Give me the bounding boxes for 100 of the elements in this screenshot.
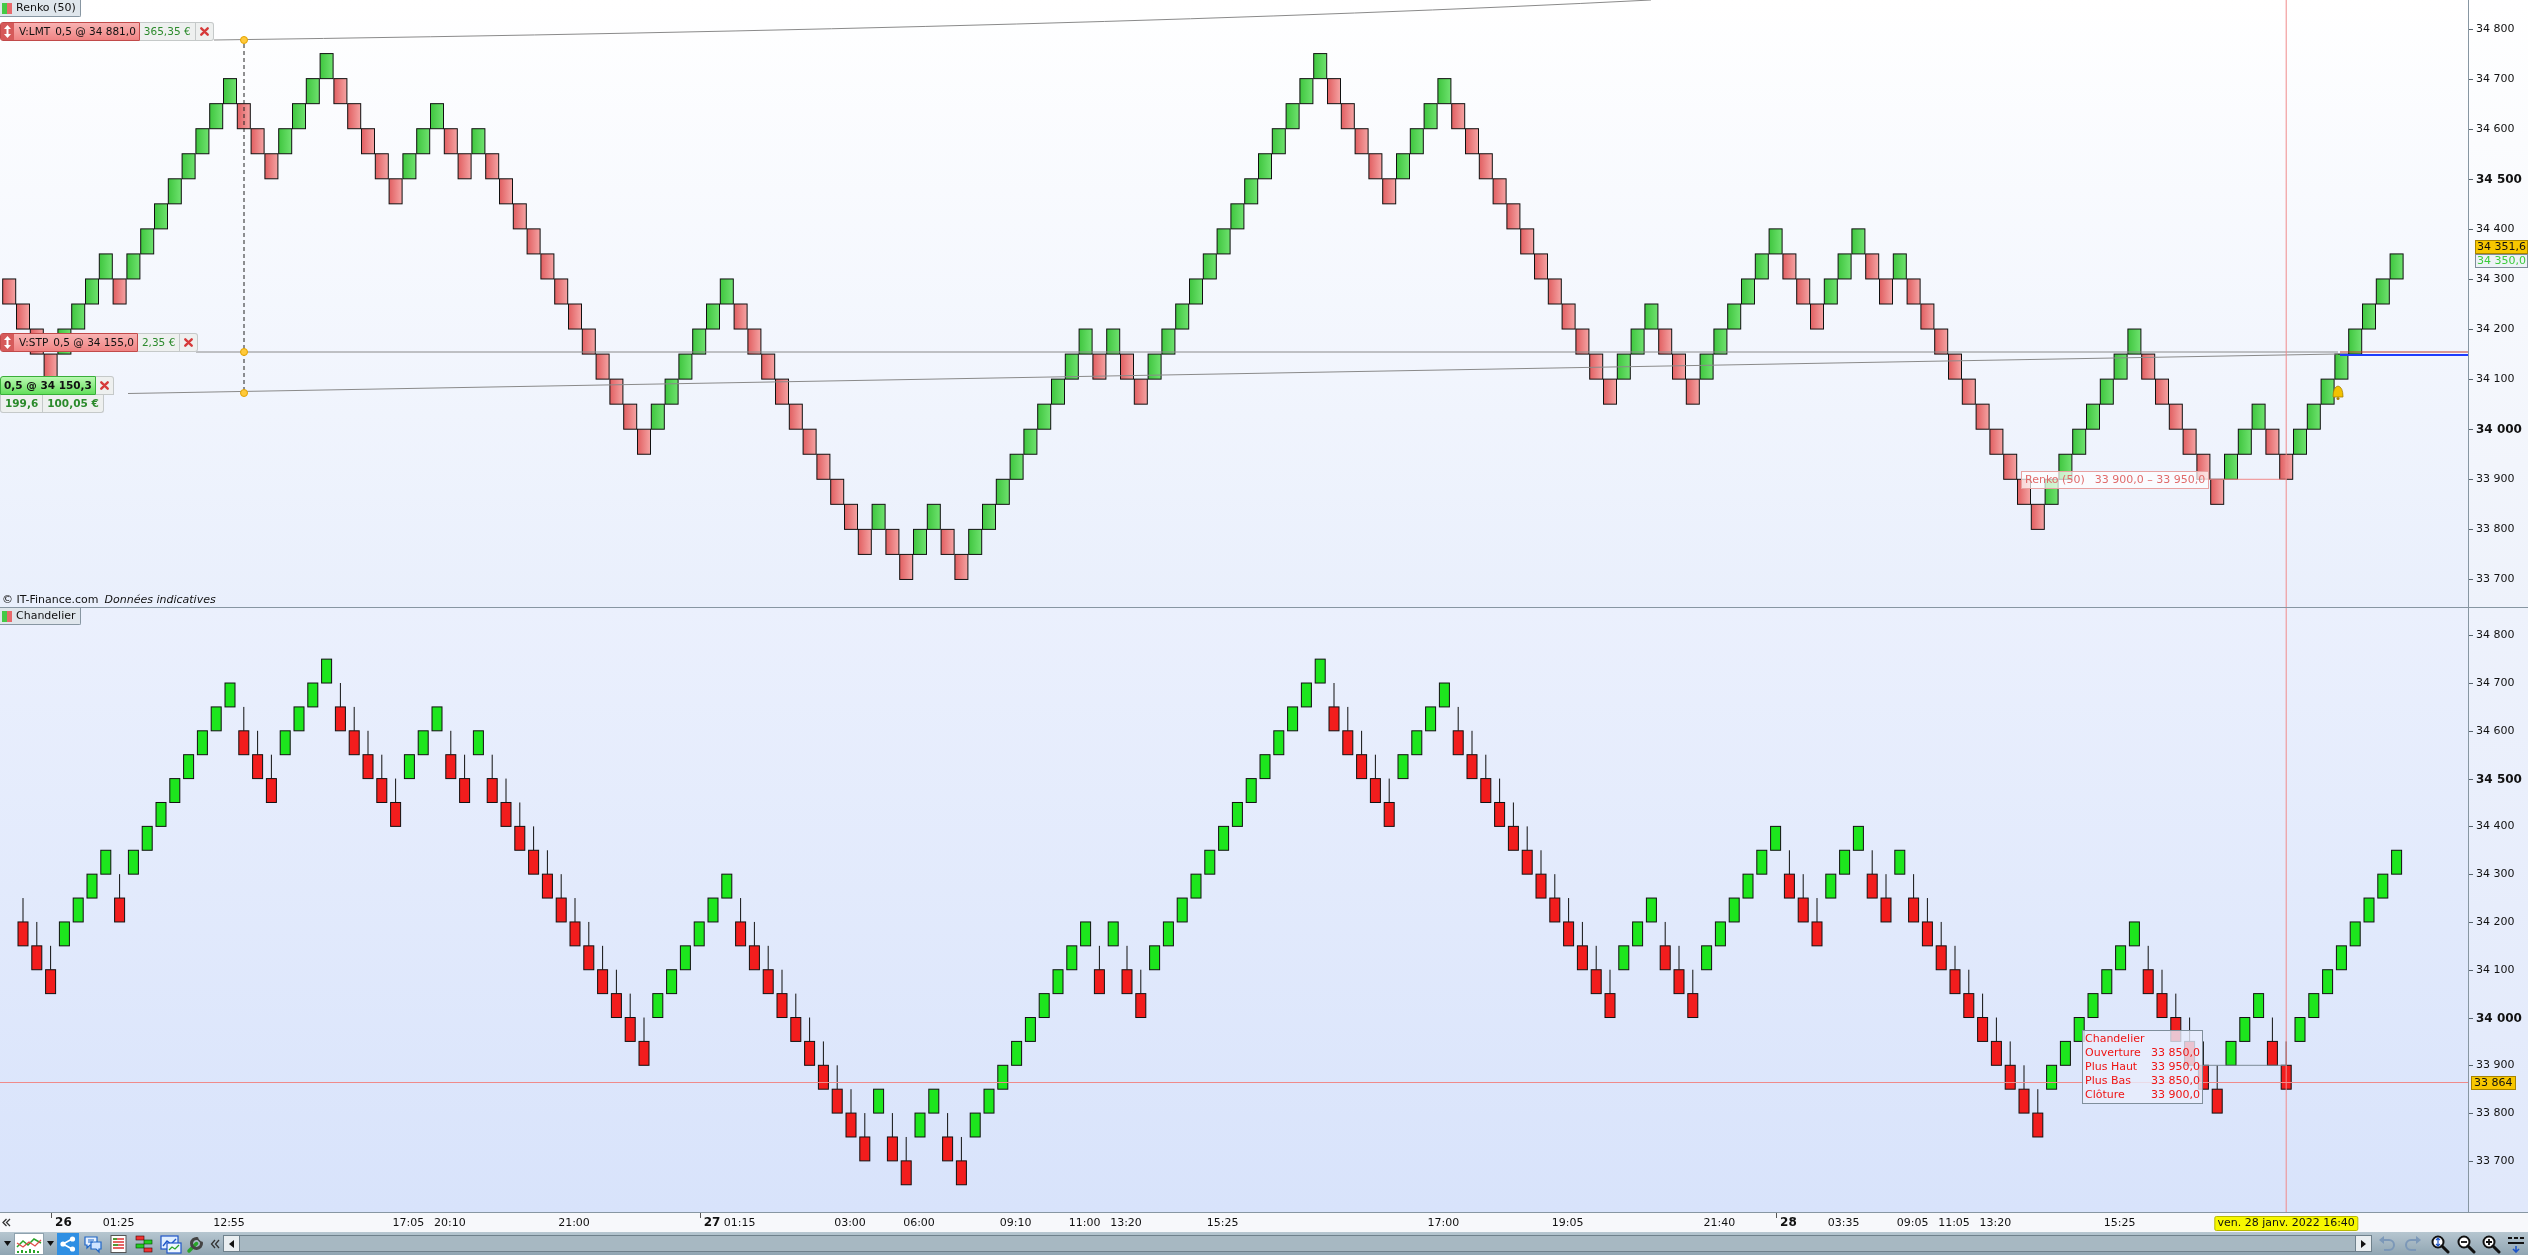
tooltip-value: 33 850,0 <box>2151 1074 2200 1088</box>
axis-label: 33 700 <box>2476 572 2515 587</box>
axis-label: 34 800 <box>2476 628 2515 643</box>
time-label: 17:00 <box>1427 1216 1460 1230</box>
position-button[interactable]: 0,5 @ 34 150,3 <box>0 376 96 395</box>
price-tag: 34 351,6 <box>2475 240 2528 254</box>
disclaimer-text: Données indicatives <box>104 593 216 606</box>
tooltip-value: 33 950,0 <box>2151 1060 2200 1074</box>
time-label: 15:25 <box>2103 1216 2136 1230</box>
axis-label: 33 800 <box>2476 522 2515 537</box>
handle-dot[interactable] <box>240 348 248 356</box>
axis-label: 34 300 <box>2476 271 2515 286</box>
axis-label: 34 700 <box>2476 676 2515 690</box>
time-label: 09:05 <box>1896 1216 1929 1230</box>
axis-label: 34 000 <box>2476 1010 2522 1025</box>
time-label: 20:10 <box>433 1216 466 1230</box>
axis-label: 34 100 <box>2476 962 2515 977</box>
tooltip-title: Renko (50) <box>2025 471 2085 488</box>
time-label: 17:05 <box>392 1216 425 1230</box>
zoom-fit-icon[interactable] <box>2430 1233 2450 1254</box>
blocks-icon[interactable] <box>134 1233 154 1254</box>
time-label: 15:25 <box>1206 1216 1239 1230</box>
caret-down-icon[interactable] <box>4 1241 11 1246</box>
axis-label: 34 700 <box>2476 71 2515 86</box>
time-label: 11:00 <box>1068 1216 1101 1230</box>
time-label: 21:00 <box>558 1216 590 1230</box>
tooltip-label: Plus Haut <box>2085 1060 2138 1074</box>
order-button[interactable]: V:STP 0,5 @ 34 155,0 <box>0 333 138 352</box>
profit-value: 365,35 € <box>139 22 196 41</box>
tooltip-value: 33 900,0 <box>2151 1088 2200 1102</box>
day-label: 27 <box>703 1215 721 1229</box>
time-label: 09:10 <box>999 1216 1032 1230</box>
axis-label: 34 400 <box>2476 819 2515 834</box>
zoom-in-icon[interactable] <box>2481 1233 2501 1254</box>
axis-label: 33 800 <box>2476 1106 2515 1121</box>
caret-down-icon[interactable] <box>47 1241 54 1246</box>
close-icon <box>99 381 109 390</box>
axis-label: 33 900 <box>2476 472 2515 487</box>
copyright-text: © IT-Finance.com <box>2 593 99 606</box>
scrollbar[interactable] <box>240 1235 2355 1252</box>
menu-icon[interactable] <box>2507 1234 2527 1253</box>
price-tag: 34 350,0 <box>2475 254 2528 268</box>
time-label: 13:20 <box>1110 1216 1142 1230</box>
double-chevron-left-icon[interactable] <box>2 1218 11 1227</box>
time-label: 11:05 <box>1938 1216 1970 1230</box>
chart-icon[interactable] <box>14 1232 44 1255</box>
time-label: 06:00 <box>903 1216 935 1230</box>
axis-label: 34 200 <box>2476 322 2515 337</box>
scroll-right-button[interactable] <box>2355 1235 2372 1252</box>
up-down-arrow-icon <box>1 23 14 40</box>
scroll-left-button[interactable] <box>223 1235 240 1252</box>
speech-bubble-icon[interactable] <box>83 1233 103 1254</box>
axis-label: 34 200 <box>2476 914 2515 929</box>
double-chevron-left-icon[interactable] <box>210 1238 220 1249</box>
legend-button[interactable]: Renko (50) <box>0 0 81 17</box>
swatch-icon <box>2 610 12 622</box>
axis-label: 34 000 <box>2476 422 2522 437</box>
time-label: 13:20 <box>1979 1216 2012 1230</box>
time-label: 03:00 <box>834 1216 866 1230</box>
axis-label: 34 300 <box>2476 867 2515 882</box>
list-icon[interactable] <box>109 1233 129 1254</box>
axis-label: 34 500 <box>2476 171 2522 186</box>
close-button[interactable] <box>95 376 114 395</box>
close-icon <box>199 27 209 36</box>
bell-icon[interactable] <box>2332 385 2344 400</box>
handle-dot[interactable] <box>240 389 248 397</box>
axis-label: 34 100 <box>2476 372 2515 387</box>
day-label: 28 <box>1780 1215 1797 1229</box>
axis-label: 34 600 <box>2476 723 2515 738</box>
day-label: 26 <box>55 1215 72 1229</box>
time-label: 01:15 <box>723 1216 756 1230</box>
position-line[interactable] <box>127 353 2339 394</box>
time-label: 19:05 <box>1551 1216 1584 1230</box>
close-button[interactable] <box>180 333 199 352</box>
handle-dot[interactable] <box>240 36 248 44</box>
order-button[interactable]: V:LMT 0,5 @ 34 881,0 <box>0 22 140 41</box>
axis-label: 34 500 <box>2476 771 2522 786</box>
tooltip-label: Plus Bas <box>2085 1074 2131 1088</box>
up-down-arrow-icon <box>1 334 14 351</box>
swatch-icon <box>2 2 12 14</box>
profit-value: 100,05 € <box>43 395 104 413</box>
time-label: 21:40 <box>1703 1216 1736 1230</box>
axis-label: 33 700 <box>2476 1153 2515 1168</box>
points-value: 199,6 <box>0 395 44 413</box>
profit-value: 2,35 € <box>137 333 181 352</box>
price-tag: 33 864 <box>2471 1075 2516 1090</box>
axis-label: 33 900 <box>2476 1058 2515 1073</box>
axis-label: 34 800 <box>2476 21 2515 36</box>
tooltip-label: Clôture <box>2085 1088 2125 1102</box>
time-label: 03:35 <box>1827 1216 1860 1230</box>
tooltip-label: Ouverture <box>2085 1046 2141 1060</box>
caret-right-icon <box>2361 1239 2366 1248</box>
time-label: 01:25 <box>102 1216 135 1230</box>
close-icon <box>184 338 194 347</box>
axis-label: 34 600 <box>2476 121 2515 136</box>
zoom-out-icon[interactable] <box>2456 1233 2476 1254</box>
chart-window-icon[interactable] <box>160 1233 182 1254</box>
legend-button[interactable]: Chandelier <box>0 608 81 625</box>
time-label: 12:55 <box>213 1216 245 1230</box>
axis-label: 34 400 <box>2476 221 2515 236</box>
